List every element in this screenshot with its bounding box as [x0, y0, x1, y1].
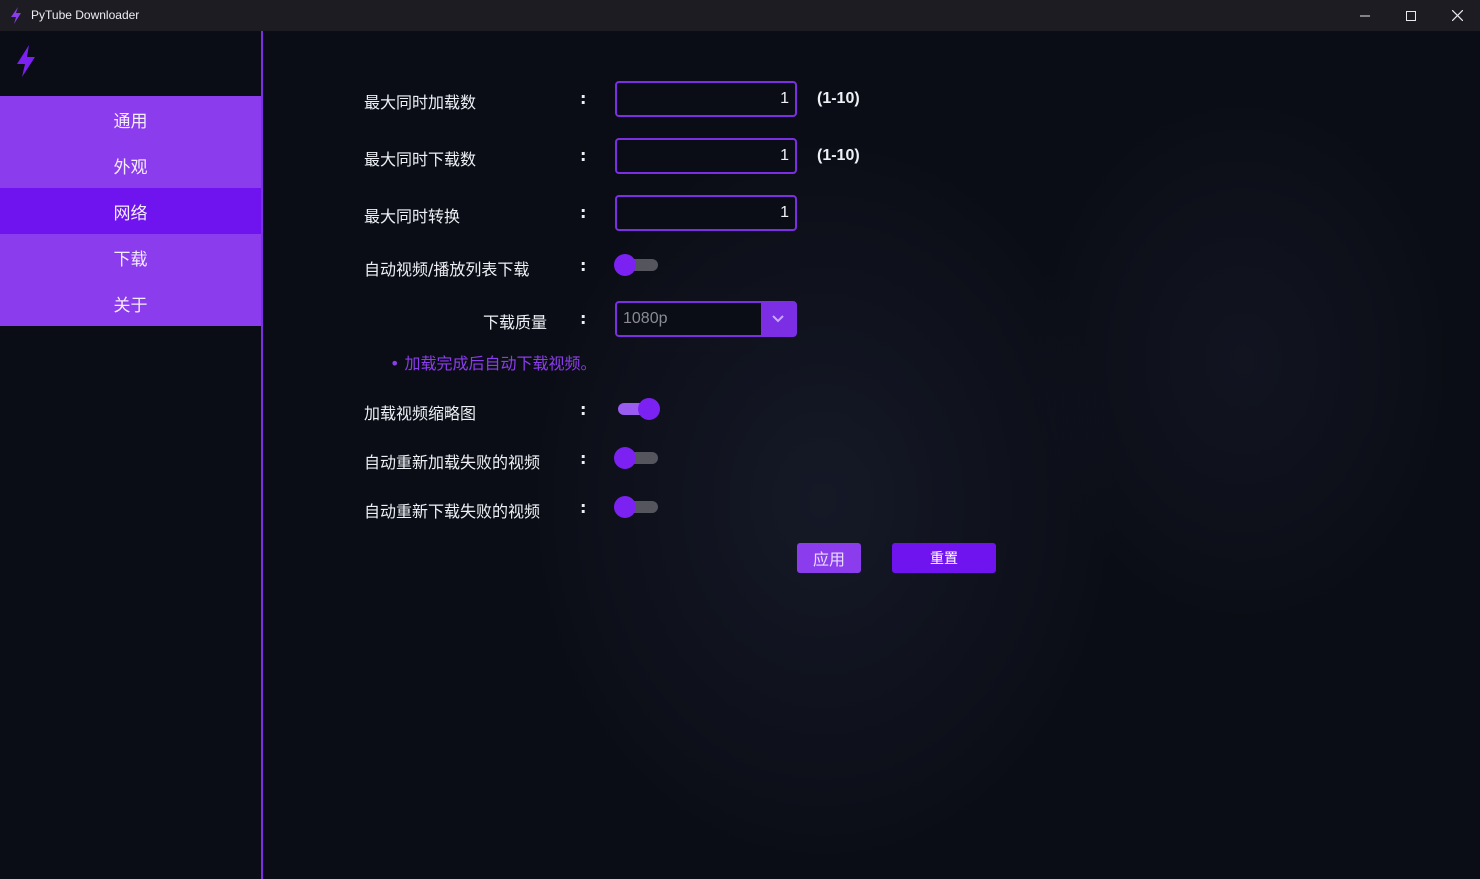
close-icon — [1451, 10, 1463, 21]
colon: : — [580, 309, 587, 328]
colon: : — [580, 498, 587, 517]
max-download-range: (1-10) — [817, 147, 860, 164]
load-thumbnails-label: 加载视频缩略图 — [364, 404, 477, 423]
sidebar-item-downloads[interactable]: 下载 — [0, 234, 261, 280]
title-bar: PyTube Downloader — [0, 0, 1480, 32]
auto-download-toggle[interactable] — [614, 253, 660, 277]
colon: : — [580, 256, 587, 275]
quality-select[interactable]: 1080p — [615, 301, 797, 337]
maximize-icon — [1406, 10, 1416, 21]
max-convert-field[interactable] — [615, 195, 797, 231]
chevron-down-icon — [772, 315, 784, 323]
sidebar-item-about[interactable]: 关于 — [0, 280, 261, 326]
auto-redownload-label: 自动重新下载失败的视频 — [364, 502, 541, 521]
close-button[interactable] — [1434, 0, 1480, 31]
quality-value: 1080p — [623, 310, 668, 327]
sidebar-item-appearance[interactable]: 外观 — [0, 142, 261, 188]
toggle-knob — [614, 254, 636, 276]
max-convert-input[interactable] — [617, 197, 795, 229]
auto-download-hint: • 加载完成后自动下载视频。 — [390, 354, 597, 373]
max-load-range: (1-10) — [817, 90, 860, 107]
auto-redownload-toggle[interactable] — [614, 495, 660, 519]
load-thumbnails-toggle[interactable] — [614, 397, 660, 421]
colon: : — [580, 89, 587, 108]
colon: : — [580, 449, 587, 468]
minimize-icon — [1360, 15, 1370, 16]
toggle-knob — [638, 398, 660, 420]
sidebar: 通用 外观 网络 下载 关于 — [0, 31, 263, 879]
colon: : — [580, 400, 587, 419]
max-convert-label: 最大同时转换 — [364, 207, 461, 226]
lightning-icon — [11, 7, 21, 24]
auto-reload-toggle[interactable] — [614, 446, 660, 470]
max-download-label: 最大同时下载数 — [364, 150, 477, 169]
window-title: PyTube Downloader — [31, 8, 140, 22]
auto-reload-label: 自动重新加载失败的视频 — [364, 453, 541, 472]
toggle-knob — [614, 447, 636, 469]
maximize-button[interactable] — [1388, 0, 1434, 31]
apply-button[interactable]: 应用 — [797, 543, 861, 573]
sidebar-item-general[interactable]: 通用 — [0, 96, 261, 142]
max-download-input[interactable] — [617, 140, 795, 172]
auto-download-label: 自动视频/播放列表下载 — [364, 260, 530, 279]
minimize-button[interactable] — [1342, 0, 1388, 31]
quality-label: 下载质量 — [483, 313, 548, 332]
sidebar-item-network[interactable]: 网络 — [0, 188, 261, 234]
quality-dropdown-button[interactable] — [761, 303, 795, 335]
max-load-field[interactable] — [615, 81, 797, 117]
max-download-field[interactable] — [615, 138, 797, 174]
toggle-knob — [614, 496, 636, 518]
sidebar-nav: 通用 外观 网络 下载 关于 — [0, 96, 261, 326]
max-load-label: 最大同时加载数 — [364, 93, 477, 112]
max-load-input[interactable] — [617, 83, 795, 115]
lightning-icon — [17, 45, 35, 77]
reset-button[interactable]: 重置 — [892, 543, 996, 573]
colon: : — [580, 203, 587, 222]
colon: : — [580, 146, 587, 165]
